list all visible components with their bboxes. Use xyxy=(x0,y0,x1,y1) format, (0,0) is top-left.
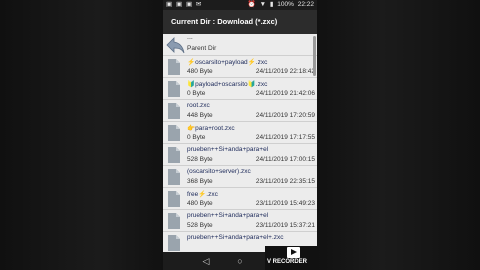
notification-icon: ▣ xyxy=(175,1,183,8)
file-size: 368 Byte xyxy=(187,178,213,185)
file-size: 528 Byte xyxy=(187,156,213,163)
file-icon xyxy=(168,59,180,75)
file-list[interactable]: ... Parent Dir ⚡oscarsito+payload⚡.zxc 4… xyxy=(163,34,317,252)
recorder-label: V RECORDER xyxy=(267,259,308,265)
file-name: 🔰payload+oscarsito🔰.zxc xyxy=(187,81,268,88)
file-date: 24/11/2019 17:00:15 xyxy=(255,156,315,163)
parent-dots: ... xyxy=(187,34,193,41)
file-name: prueben++Si+anda+para+el xyxy=(187,146,269,153)
file-name: root.zxc xyxy=(187,102,210,109)
video-side-left xyxy=(0,0,163,270)
file-date: 24/11/2019 17:20:59 xyxy=(255,112,315,119)
file-name: ⚡oscarsito+payload⚡.zxc xyxy=(187,59,268,66)
nav-back-button[interactable]: ◁ xyxy=(199,252,213,270)
parent-dir-label: Parent Dir xyxy=(187,45,217,52)
file-icon xyxy=(168,213,180,229)
file-name: 👉para+root.zxc xyxy=(187,125,235,132)
file-row[interactable]: ⚡oscarsito+payload⚡.zxc 480 Byte 24/11/2… xyxy=(163,56,317,78)
status-left-icons: ▣ ▣ ▣ ✉ xyxy=(166,0,203,10)
file-icon xyxy=(168,235,180,251)
file-row[interactable]: 🔰payload+oscarsito🔰.zxc 0 Byte 24/11/201… xyxy=(163,78,317,100)
video-side-right xyxy=(317,0,480,270)
recorder-logo-icon xyxy=(287,247,300,258)
file-row[interactable]: free⚡.zxc 480 Byte 23/11/2019 15:49:23 xyxy=(163,188,317,210)
battery-level: 100% xyxy=(277,1,294,8)
file-size: 528 Byte xyxy=(187,222,213,229)
file-row[interactable]: prueben++Si+anda+para+el 528 Byte 24/11/… xyxy=(163,144,317,166)
file-date: 24/11/2019 21:42:06 xyxy=(255,90,315,97)
file-row[interactable]: prueben++Si+anda+para+el 528 Byte 23/11/… xyxy=(163,210,317,232)
notification-icon: ▣ xyxy=(185,1,193,8)
list-scrollbar[interactable] xyxy=(313,36,316,76)
file-name: prueben++Si+anda+para+el xyxy=(187,212,269,219)
clock: 22:22 xyxy=(297,1,314,8)
battery-icon: ▮ xyxy=(269,1,274,8)
file-icon xyxy=(168,169,180,185)
file-name: (oscarsito+server).zxc xyxy=(187,168,251,175)
signal-icon: ▼ xyxy=(259,1,267,8)
file-size: 480 Byte xyxy=(187,200,213,207)
parent-dir-row[interactable]: ... Parent Dir xyxy=(163,34,317,56)
file-name: free⚡.zxc xyxy=(187,191,218,198)
file-size: 0 Byte xyxy=(187,134,206,141)
file-size: 480 Byte xyxy=(187,68,213,75)
file-icon xyxy=(168,147,180,163)
file-row[interactable]: root.zxc 448 Byte 24/11/2019 17:20:59 xyxy=(163,100,317,122)
file-date: 23/11/2019 15:49:23 xyxy=(255,200,315,207)
file-date: 23/11/2019 22:35:15 xyxy=(255,178,315,185)
file-size: 0 Byte xyxy=(187,90,206,97)
back-arrow-icon xyxy=(166,37,185,54)
file-row[interactable]: 👉para+root.zxc 0 Byte 24/11/2019 17:17:5… xyxy=(163,122,317,144)
alarm-icon: ⏰ xyxy=(247,1,256,8)
file-name: prueben++Si+anda+para+el+.zxc xyxy=(187,234,284,241)
current-dir-title: Current Dir : Download (*.zxc) xyxy=(163,10,317,34)
phone-screen: ▣ ▣ ▣ ✉ ⏰ ▼ ▮ 100% 22:22 Current Dir : D… xyxy=(163,0,317,270)
file-icon xyxy=(168,81,180,97)
file-date: 24/11/2019 22:18:42 xyxy=(255,68,315,75)
recorder-watermark: V RECORDER xyxy=(265,246,317,270)
status-bar: ▣ ▣ ▣ ✉ ⏰ ▼ ▮ 100% 22:22 xyxy=(163,0,317,10)
file-size: 448 Byte xyxy=(187,112,213,119)
file-row[interactable]: (oscarsito+server).zxc 368 Byte 23/11/20… xyxy=(163,166,317,188)
mail-icon: ✉ xyxy=(195,1,202,8)
file-date: 23/11/2019 15:37:21 xyxy=(255,222,315,229)
file-date: 24/11/2019 17:17:55 xyxy=(255,134,315,141)
file-icon xyxy=(168,125,180,141)
status-right-icons: ⏰ ▼ ▮ 100% 22:22 xyxy=(248,0,314,10)
notification-icon: ▣ xyxy=(166,1,173,8)
file-icon xyxy=(168,103,180,119)
file-icon xyxy=(168,191,180,207)
nav-home-button[interactable]: ○ xyxy=(233,252,247,270)
